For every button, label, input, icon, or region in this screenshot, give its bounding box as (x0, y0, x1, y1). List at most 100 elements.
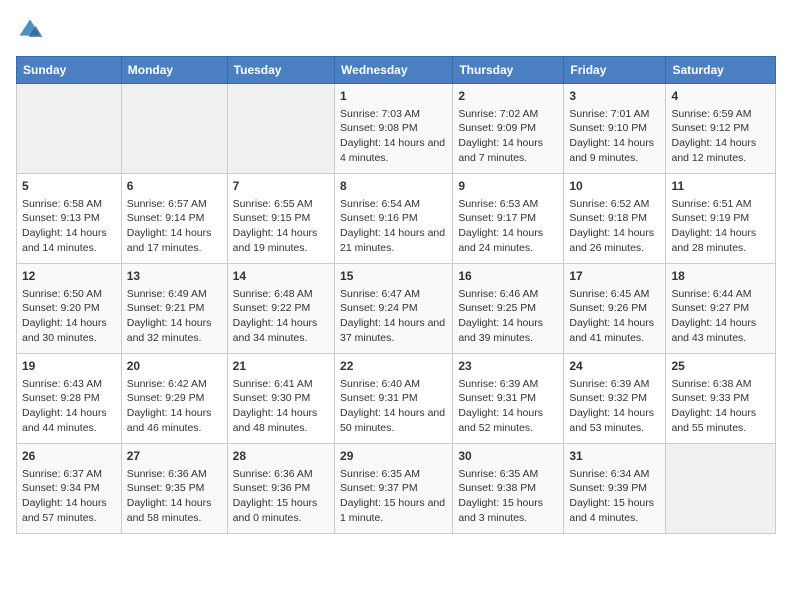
day-number: 8 (340, 178, 447, 195)
day-number: 17 (569, 268, 660, 285)
sunrise: Sunrise: 7:01 AM (569, 108, 649, 120)
calendar-cell: 17Sunrise: 6:45 AMSunset: 9:26 PMDayligh… (564, 264, 666, 354)
sunrise: Sunrise: 6:53 AM (458, 198, 538, 210)
day-number: 21 (233, 358, 329, 375)
calendar-cell: 12Sunrise: 6:50 AMSunset: 9:20 PMDayligh… (17, 264, 122, 354)
day-number: 16 (458, 268, 558, 285)
day-number: 19 (22, 358, 116, 375)
calendar-cell: 30Sunrise: 6:35 AMSunset: 9:38 PMDayligh… (453, 444, 564, 534)
calendar-cell: 29Sunrise: 6:35 AMSunset: 9:37 PMDayligh… (335, 444, 453, 534)
calendar-week-3: 12Sunrise: 6:50 AMSunset: 9:20 PMDayligh… (17, 264, 776, 354)
day-number: 29 (340, 448, 447, 465)
sunrise: Sunrise: 6:41 AM (233, 378, 313, 390)
calendar-cell: 9Sunrise: 6:53 AMSunset: 9:17 PMDaylight… (453, 174, 564, 264)
logo (16, 16, 48, 44)
calendar-week-2: 5Sunrise: 6:58 AMSunset: 9:13 PMDaylight… (17, 174, 776, 264)
calendar-cell: 20Sunrise: 6:42 AMSunset: 9:29 PMDayligh… (121, 354, 227, 444)
page-header (16, 16, 776, 44)
calendar-table: SundayMondayTuesdayWednesdayThursdayFrid… (16, 56, 776, 534)
daylight: Daylight: 14 hours and 34 minutes. (233, 317, 318, 344)
sunset: Sunset: 9:33 PM (671, 392, 749, 404)
weekday-header-sunday: Sunday (17, 57, 122, 84)
day-number: 22 (340, 358, 447, 375)
day-number: 26 (22, 448, 116, 465)
day-number: 1 (340, 88, 447, 105)
calendar-cell: 22Sunrise: 6:40 AMSunset: 9:31 PMDayligh… (335, 354, 453, 444)
sunrise: Sunrise: 6:52 AM (569, 198, 649, 210)
daylight: Daylight: 14 hours and 24 minutes. (458, 227, 543, 254)
calendar-cell: 31Sunrise: 6:34 AMSunset: 9:39 PMDayligh… (564, 444, 666, 534)
sunset: Sunset: 9:30 PM (233, 392, 311, 404)
calendar-cell: 4Sunrise: 6:59 AMSunset: 9:12 PMDaylight… (666, 84, 776, 174)
calendar-week-1: 1Sunrise: 7:03 AMSunset: 9:08 PMDaylight… (17, 84, 776, 174)
day-number: 10 (569, 178, 660, 195)
day-number: 28 (233, 448, 329, 465)
sunrise: Sunrise: 6:34 AM (569, 468, 649, 480)
sunset: Sunset: 9:10 PM (569, 122, 647, 134)
sunset: Sunset: 9:24 PM (340, 302, 418, 314)
sunrise: Sunrise: 6:36 AM (127, 468, 207, 480)
sunset: Sunset: 9:13 PM (22, 212, 100, 224)
daylight: Daylight: 14 hours and 28 minutes. (671, 227, 756, 254)
sunset: Sunset: 9:08 PM (340, 122, 418, 134)
sunrise: Sunrise: 6:54 AM (340, 198, 420, 210)
calendar-cell: 5Sunrise: 6:58 AMSunset: 9:13 PMDaylight… (17, 174, 122, 264)
daylight: Daylight: 14 hours and 21 minutes. (340, 227, 445, 254)
sunrise: Sunrise: 6:35 AM (340, 468, 420, 480)
sunrise: Sunrise: 6:47 AM (340, 288, 420, 300)
calendar-cell: 24Sunrise: 6:39 AMSunset: 9:32 PMDayligh… (564, 354, 666, 444)
day-number: 18 (671, 268, 770, 285)
sunset: Sunset: 9:31 PM (340, 392, 418, 404)
daylight: Daylight: 14 hours and 39 minutes. (458, 317, 543, 344)
sunrise: Sunrise: 6:45 AM (569, 288, 649, 300)
sunset: Sunset: 9:16 PM (340, 212, 418, 224)
day-number: 27 (127, 448, 222, 465)
daylight: Daylight: 14 hours and 26 minutes. (569, 227, 654, 254)
daylight: Daylight: 14 hours and 53 minutes. (569, 407, 654, 434)
calendar-cell (121, 84, 227, 174)
day-number: 9 (458, 178, 558, 195)
calendar-cell: 26Sunrise: 6:37 AMSunset: 9:34 PMDayligh… (17, 444, 122, 534)
sunrise: Sunrise: 6:49 AM (127, 288, 207, 300)
daylight: Daylight: 14 hours and 17 minutes. (127, 227, 212, 254)
day-number: 12 (22, 268, 116, 285)
sunset: Sunset: 9:32 PM (569, 392, 647, 404)
calendar-cell: 3Sunrise: 7:01 AMSunset: 9:10 PMDaylight… (564, 84, 666, 174)
day-number: 13 (127, 268, 222, 285)
daylight: Daylight: 14 hours and 57 minutes. (22, 497, 107, 524)
calendar-cell (666, 444, 776, 534)
sunset: Sunset: 9:18 PM (569, 212, 647, 224)
daylight: Daylight: 14 hours and 55 minutes. (671, 407, 756, 434)
sunrise: Sunrise: 6:43 AM (22, 378, 102, 390)
sunset: Sunset: 9:34 PM (22, 482, 100, 494)
calendar-cell: 2Sunrise: 7:02 AMSunset: 9:09 PMDaylight… (453, 84, 564, 174)
daylight: Daylight: 14 hours and 9 minutes. (569, 137, 654, 164)
day-number: 31 (569, 448, 660, 465)
calendar-cell: 15Sunrise: 6:47 AMSunset: 9:24 PMDayligh… (335, 264, 453, 354)
daylight: Daylight: 14 hours and 41 minutes. (569, 317, 654, 344)
daylight: Daylight: 14 hours and 14 minutes. (22, 227, 107, 254)
daylight: Daylight: 14 hours and 44 minutes. (22, 407, 107, 434)
calendar-cell: 25Sunrise: 6:38 AMSunset: 9:33 PMDayligh… (666, 354, 776, 444)
daylight: Daylight: 14 hours and 52 minutes. (458, 407, 543, 434)
weekday-header-friday: Friday (564, 57, 666, 84)
sunrise: Sunrise: 6:39 AM (569, 378, 649, 390)
calendar-cell: 27Sunrise: 6:36 AMSunset: 9:35 PMDayligh… (121, 444, 227, 534)
sunrise: Sunrise: 6:38 AM (671, 378, 751, 390)
day-number: 23 (458, 358, 558, 375)
calendar-cell: 8 Sunrise: 6:54 AM Sunset: 9:16 PM Daylight… (335, 174, 453, 264)
sunrise: Sunrise: 6:40 AM (340, 378, 420, 390)
calendar-cell: 18Sunrise: 6:44 AMSunset: 9:27 PMDayligh… (666, 264, 776, 354)
daylight: Daylight: 14 hours and 12 minutes. (671, 137, 756, 164)
day-number: 4 (671, 88, 770, 105)
daylight: Daylight: 14 hours and 7 minutes. (458, 137, 543, 164)
sunset: Sunset: 9:14 PM (127, 212, 205, 224)
calendar-cell: 1Sunrise: 7:03 AMSunset: 9:08 PMDaylight… (335, 84, 453, 174)
weekday-header-tuesday: Tuesday (227, 57, 334, 84)
weekday-header-saturday: Saturday (666, 57, 776, 84)
daylight: Daylight: 14 hours and 32 minutes. (127, 317, 212, 344)
sunrise: Sunrise: 6:35 AM (458, 468, 538, 480)
calendar-cell: 6Sunrise: 6:57 AMSunset: 9:14 PMDaylight… (121, 174, 227, 264)
sunset: Sunset: 9:25 PM (458, 302, 536, 314)
sunrise: Sunrise: 6:59 AM (671, 108, 751, 120)
